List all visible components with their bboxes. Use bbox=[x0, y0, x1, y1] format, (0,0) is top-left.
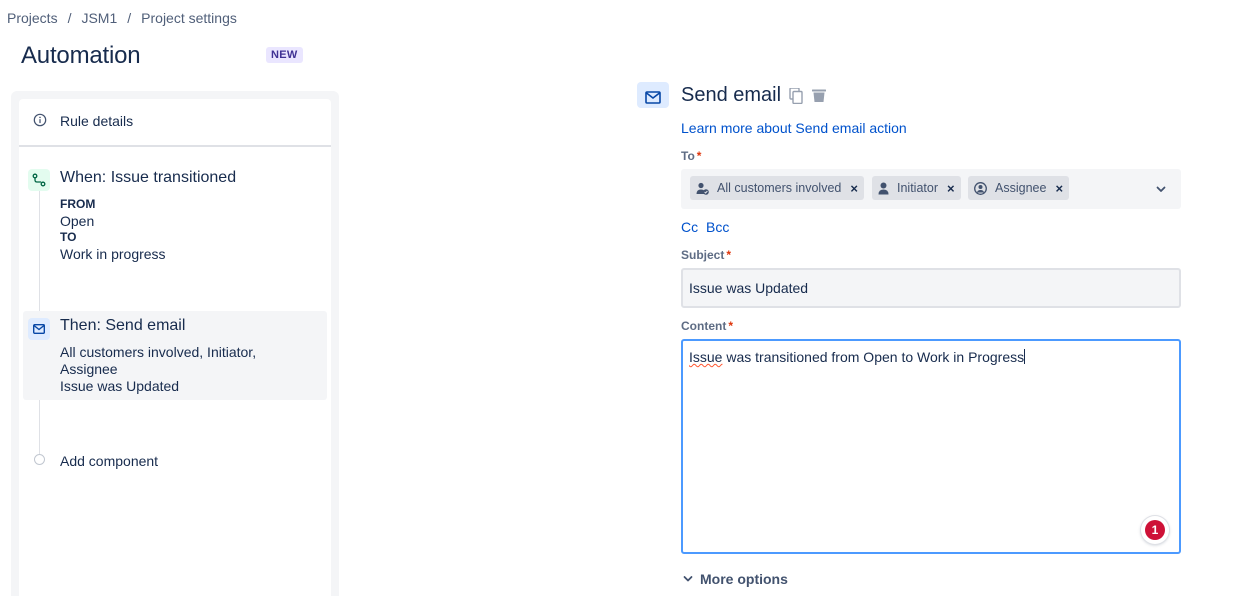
trigger-title: When: Issue transitioned bbox=[60, 169, 237, 186]
text-caret bbox=[1024, 349, 1026, 364]
rule-panel: Rule details When: Issue transitioned FR… bbox=[11, 91, 339, 596]
grammar-check-badge[interactable]: 1 bbox=[1141, 516, 1169, 544]
breadcrumb-projects[interactable]: Projects bbox=[7, 10, 58, 26]
recipient-tag-label: Initiator bbox=[897, 181, 938, 195]
learn-more-link[interactable]: Learn more about Send email action bbox=[681, 120, 907, 136]
to-recipients-select[interactable]: All customers involved × Initiator × Ass… bbox=[681, 169, 1181, 209]
more-options-toggle[interactable]: More options bbox=[683, 571, 788, 587]
remove-tag-button[interactable]: × bbox=[1055, 181, 1063, 196]
breadcrumb-project-settings[interactable]: Project settings bbox=[141, 10, 237, 26]
trash-icon[interactable] bbox=[811, 88, 827, 104]
recipient-tag-label: Assignee bbox=[995, 181, 1047, 195]
add-component-icon bbox=[34, 454, 45, 465]
breadcrumb-separator: / bbox=[67, 10, 72, 26]
copy-icon[interactable] bbox=[788, 88, 804, 104]
bcc-link[interactable]: Bcc bbox=[706, 219, 729, 235]
content-field-label: Content * bbox=[681, 319, 733, 333]
content-textarea[interactable]: Issue was transitioned from Open to Work… bbox=[681, 339, 1181, 554]
required-marker: * bbox=[696, 149, 702, 163]
customers-icon bbox=[696, 182, 709, 195]
editor-title: Send email bbox=[681, 84, 782, 106]
add-component-button[interactable]: Add component bbox=[60, 453, 158, 469]
rule-details-label: Rule details bbox=[60, 113, 134, 129]
content-label-text: Content bbox=[681, 319, 727, 333]
recipient-tag-label: All customers involved bbox=[717, 181, 842, 195]
action-recipients: All customers involved, Initiator, Assig… bbox=[60, 344, 257, 377]
subject-input[interactable]: Issue was Updated bbox=[681, 268, 1181, 308]
recipient-tag-initiator: Initiator × bbox=[872, 176, 961, 200]
trigger-to-value: Work in progress bbox=[60, 246, 166, 262]
grammar-check-count: 1 bbox=[1145, 520, 1165, 540]
content-text: was transitioned from Open to Work in Pr… bbox=[722, 349, 1025, 365]
chevron-down-icon[interactable] bbox=[1155, 183, 1167, 195]
breadcrumb-separator: / bbox=[127, 10, 132, 26]
email-icon bbox=[28, 318, 50, 340]
trigger-to-label: TO bbox=[60, 230, 77, 244]
new-badge: NEW bbox=[266, 47, 303, 63]
action-item-selected[interactable]: Then: Send email All customers involved,… bbox=[23, 311, 327, 400]
to-label-text: To bbox=[681, 149, 695, 163]
action-title: Then: Send email bbox=[60, 317, 186, 334]
remove-tag-button[interactable]: × bbox=[850, 181, 858, 196]
required-marker: * bbox=[726, 248, 732, 262]
remove-tag-button[interactable]: × bbox=[947, 181, 955, 196]
subject-label-text: Subject bbox=[681, 248, 725, 262]
rule-details-item[interactable]: Rule details bbox=[19, 99, 331, 147]
user-icon bbox=[878, 182, 889, 195]
rule-panel-inner: Rule details When: Issue transitioned FR… bbox=[19, 99, 331, 596]
cc-link[interactable]: Cc bbox=[681, 219, 698, 235]
trigger-icon bbox=[28, 169, 50, 191]
to-field-label: To * bbox=[681, 149, 701, 163]
trigger-from-value: Open bbox=[60, 213, 95, 229]
chevron-down-icon bbox=[683, 576, 693, 582]
page-title: Automation bbox=[21, 42, 141, 69]
breadcrumb: Projects / JSM1 / Project settings bbox=[7, 10, 237, 26]
send-email-icon bbox=[637, 82, 669, 108]
breadcrumb-jsm1[interactable]: JSM1 bbox=[81, 10, 117, 26]
trigger-from-label: FROM bbox=[60, 197, 96, 211]
assignee-icon bbox=[974, 181, 987, 195]
subject-field-label: Subject * bbox=[681, 248, 731, 262]
action-subject: Issue was Updated bbox=[60, 378, 180, 394]
info-icon bbox=[33, 113, 47, 127]
recipient-tag-customers: All customers involved × bbox=[690, 176, 864, 200]
spellcheck-word: Issue bbox=[689, 349, 723, 365]
required-marker: * bbox=[728, 319, 733, 333]
recipient-tag-assignee: Assignee × bbox=[968, 176, 1070, 200]
more-options-label: More options bbox=[700, 571, 788, 587]
